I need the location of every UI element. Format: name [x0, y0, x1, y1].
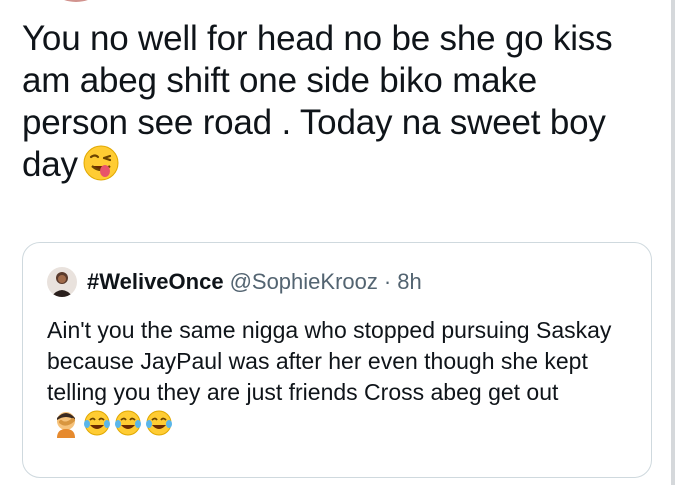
face-with-tears-of-joy-icon — [146, 410, 172, 436]
winking-face-with-tongue-icon — [82, 144, 120, 192]
tweet-body: You no well for head no be she go kiss a… — [22, 18, 652, 192]
quoted-handle[interactable]: @SophieKrooz — [230, 269, 378, 295]
meta-separator: · — [383, 269, 392, 294]
previous-avatar-fragment — [40, 0, 112, 2]
person-facepalming-icon — [57, 412, 75, 438]
face-with-tears-of-joy-icon — [84, 410, 110, 436]
quoted-timestamp[interactable]: 8h — [397, 269, 421, 295]
face-with-tears-of-joy-icon — [115, 410, 141, 436]
scrollbar-thumb[interactable] — [671, 0, 675, 485]
quoted-tweet-body: Ain't you the same nigga who stopped pur… — [47, 315, 637, 446]
quoted-emoji-row — [51, 408, 175, 446]
quoted-tweet-header: #WeliveOnce @SophieKrooz · 8h — [47, 267, 422, 297]
scrollbar-track[interactable] — [671, 0, 675, 485]
quoted-user-avatar[interactable] — [47, 267, 77, 297]
quoted-display-name[interactable]: #WeliveOnce — [87, 269, 224, 295]
quoted-tweet-text: Ain't you the same nigga who stopped pur… — [47, 317, 612, 405]
quoted-tweet-card[interactable]: #WeliveOnce @SophieKrooz · 8h Ain't you … — [22, 242, 652, 478]
